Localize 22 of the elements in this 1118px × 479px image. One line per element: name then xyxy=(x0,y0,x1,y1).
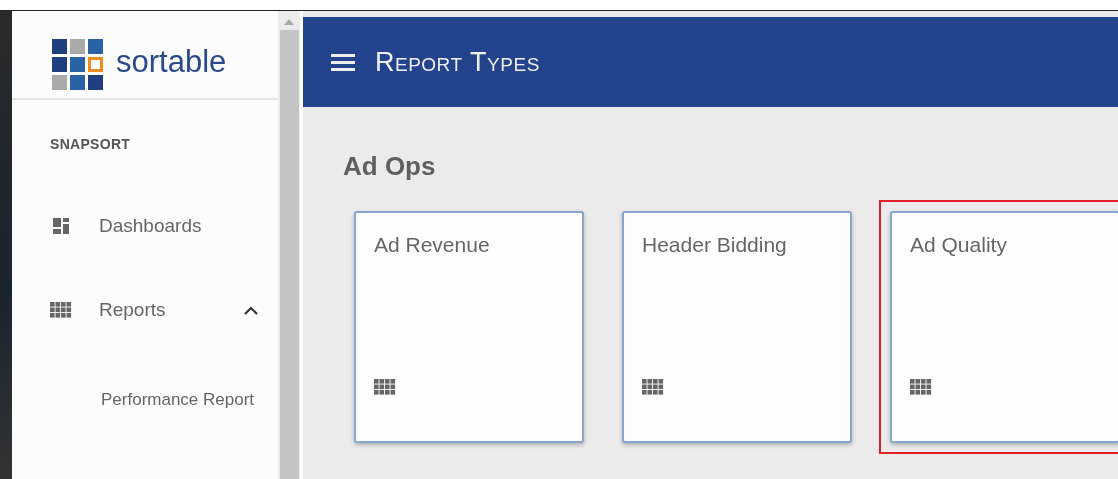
section-label: SNAPSORT xyxy=(50,136,132,152)
nav-subitem[interactable]: Performance Report xyxy=(101,390,278,410)
logo-icon xyxy=(52,38,104,91)
grid-icon xyxy=(642,379,664,395)
scroll-up-icon[interactable] xyxy=(284,19,294,25)
card-title: Header Bidding xyxy=(642,233,788,257)
report-card[interactable]: Ad Revenue xyxy=(354,211,584,443)
card-title: Ad Quality xyxy=(910,233,1008,257)
grid-icon xyxy=(50,302,72,318)
grid-icon xyxy=(910,379,932,395)
chevron-up-icon[interactable] xyxy=(244,305,258,315)
page-title: Report Types xyxy=(375,46,540,78)
nav-item[interactable]: Dashboards xyxy=(12,216,278,236)
card-title: Ad Revenue xyxy=(374,233,491,257)
report-card[interactable]: Ad Quality xyxy=(890,211,1118,443)
logo-text: sortable xyxy=(116,43,227,80)
dashboard-icon xyxy=(53,218,69,234)
report-card[interactable]: Header Bidding xyxy=(622,211,852,443)
nav-item[interactable]: Reports xyxy=(12,300,278,320)
grid-icon xyxy=(374,379,396,395)
menu-icon[interactable] xyxy=(331,53,355,71)
section-heading: Ad Ops xyxy=(343,151,437,182)
